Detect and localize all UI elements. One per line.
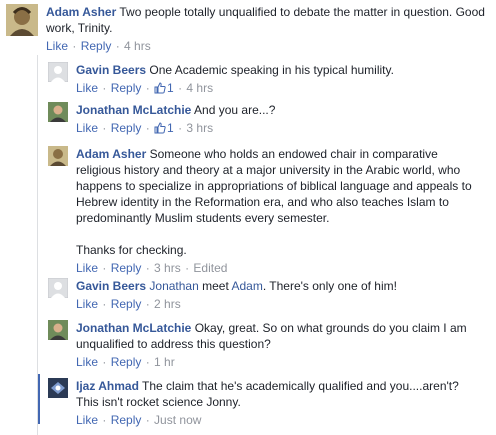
comment-timestamp[interactable]: 2 hrs [154, 297, 181, 311]
avatar[interactable] [48, 146, 68, 166]
avatar[interactable] [6, 4, 38, 36]
comment-text: Jonathan McLatchie Okay, great. So on wh… [76, 321, 467, 351]
comment-author[interactable]: Jonathan McLatchie [76, 321, 191, 335]
comment-gavin-beers-1: Gavin Beers One Academic speaking in his… [48, 62, 488, 96]
new-comment-indicator [38, 374, 40, 424]
avatar[interactable] [48, 378, 68, 398]
comment-text: Adam Asher Someone who holds an endowed … [76, 147, 472, 225]
like-count[interactable]: 1 [154, 121, 174, 135]
comment-author[interactable]: Gavin Beers [76, 279, 146, 293]
comment-text: Gavin Beers One Academic speaking in his… [76, 63, 394, 77]
like-button[interactable]: Like [46, 39, 68, 53]
comment-actions: Like · Reply · Just now [76, 413, 202, 427]
avatar[interactable] [48, 278, 68, 298]
comment-adam-asher-reply: Adam Asher Someone who holds an endowed … [48, 146, 488, 276]
avatar[interactable] [48, 62, 68, 82]
comment-actions: Like · Reply · 3 hrs · Edited [76, 261, 228, 275]
comment-jonathan-mclatchie-1: Jonathan McLatchie And you are...? Like … [48, 102, 488, 136]
thumbs-up-icon [154, 82, 166, 94]
comment-text: Adam Asher Two people totally unqualifie… [46, 5, 485, 35]
like-count[interactable]: 1 [154, 81, 174, 95]
reply-button[interactable]: Reply [111, 261, 142, 275]
comment-jonathan-mclatchie-2: Jonathan McLatchie Okay, great. So on wh… [48, 320, 488, 370]
comment-text: Jonathan McLatchie And you are...? [76, 103, 276, 117]
comment-text: Ijaz Ahmad The claim that he's academica… [76, 379, 459, 409]
comment-gavin-beers-2: Gavin Beers Jonathan meet Adam. There's … [48, 278, 488, 312]
comment-timestamp[interactable]: 1 hr [154, 355, 175, 369]
comment-adam-asher-top: Adam Asher Two people totally unqualifie… [6, 4, 492, 54]
comment-text: Gavin Beers Jonathan meet Adam. There's … [76, 279, 397, 293]
like-button[interactable]: Like [76, 355, 98, 369]
comment-ijaz-ahmad: Ijaz Ahmad The claim that he's academica… [48, 378, 488, 428]
like-button[interactable]: Like [76, 121, 98, 135]
comment-actions: Like · Reply · 1 hr [76, 355, 175, 369]
comment-actions: Like · Reply · 4 hrs [46, 39, 151, 53]
comment-timestamp[interactable]: 3 hrs [154, 261, 181, 275]
like-button[interactable]: Like [76, 297, 98, 311]
comment-author[interactable]: Adam Asher [46, 5, 116, 19]
comment-author[interactable]: Gavin Beers [76, 63, 146, 77]
comment-timestamp[interactable]: Just now [154, 413, 201, 427]
comment-author[interactable]: Jonathan McLatchie [76, 103, 191, 117]
reply-button[interactable]: Reply [111, 121, 142, 135]
mention-adam[interactable]: Adam [231, 279, 262, 293]
comment-timestamp[interactable]: 4 hrs [186, 81, 213, 95]
reply-button[interactable]: Reply [111, 297, 142, 311]
comment-timestamp[interactable]: 4 hrs [124, 39, 151, 53]
comment-text-continued: Thanks for checking. [76, 243, 187, 257]
thumbs-up-icon [154, 122, 166, 134]
reply-button[interactable]: Reply [111, 413, 142, 427]
reply-button[interactable]: Reply [81, 39, 112, 53]
comment-author[interactable]: Adam Asher [76, 147, 146, 161]
edited-label[interactable]: Edited [193, 261, 227, 275]
like-button[interactable]: Like [76, 81, 98, 95]
reply-button[interactable]: Reply [111, 81, 142, 95]
comment-actions: Like · Reply · 2 hrs [76, 297, 181, 311]
like-button[interactable]: Like [76, 261, 98, 275]
comment-timestamp[interactable]: 3 hrs [186, 121, 213, 135]
comment-author[interactable]: Ijaz Ahmad [76, 379, 139, 393]
avatar[interactable] [48, 102, 68, 122]
like-button[interactable]: Like [76, 413, 98, 427]
comment-actions: Like · Reply · 1 · 3 hrs [76, 121, 214, 135]
comment-actions: Like · Reply · 1 · 4 hrs [76, 81, 214, 95]
avatar[interactable] [48, 320, 68, 340]
mention-jonathan[interactable]: Jonathan [149, 279, 198, 293]
reply-button[interactable]: Reply [111, 355, 142, 369]
